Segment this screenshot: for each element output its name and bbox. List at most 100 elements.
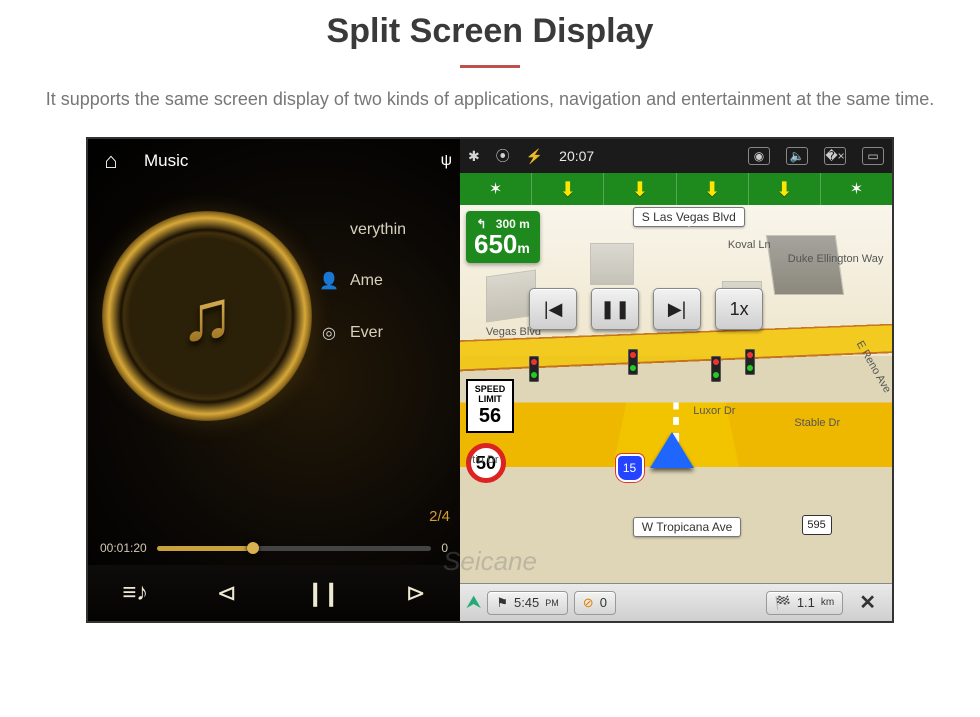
album-row: ◎ Ever	[318, 323, 452, 343]
music-body: ♫ . verythin 👤 Ame ◎ Ever 2/4 00:01:20	[88, 183, 460, 621]
warn-chip[interactable]: ⊘ 0	[574, 591, 616, 615]
street-label: Stable Dr	[794, 417, 840, 429]
lane-4: ⬇	[677, 173, 749, 205]
prev-icon: ⊲	[217, 580, 237, 607]
disc-icon: ◎	[318, 323, 340, 343]
dist-unit: km	[821, 597, 834, 608]
music-header: ⌂ Music ψ	[88, 139, 460, 183]
home-icon[interactable]: ⌂	[96, 148, 126, 174]
traffic-light-icon	[529, 356, 539, 382]
status-bar: ✱ ⦿ ⚡ 20:07 ◉ 🔈 �× ▭	[460, 139, 892, 173]
page-description: It supports the same screen display of t…	[0, 86, 980, 113]
page-title: Split Screen Display	[0, 12, 980, 51]
warn-value: 0	[600, 595, 607, 610]
route-shield: 595	[802, 515, 832, 535]
progress-track[interactable]	[157, 546, 432, 551]
street-label: Luxor Dr	[693, 405, 735, 417]
skip-back-icon: |◀	[544, 299, 563, 320]
usb-icon: ψ	[441, 152, 452, 170]
person-icon: 👤	[318, 271, 340, 291]
speed-limit-sign: SPEED LIMIT 56	[466, 379, 514, 433]
wifi-icon: ⚡	[526, 148, 543, 165]
album-art: ♫	[102, 211, 312, 421]
secondary-dist: 300	[496, 217, 516, 231]
time-elapsed: 00:01:20	[100, 541, 147, 555]
skip-fwd-icon: ▶|	[668, 299, 687, 320]
eta-chip[interactable]: ⚑ 5:45 PM	[487, 591, 567, 615]
location-icon: ⦿	[496, 146, 510, 166]
music-controls: ≡♪ ⊲ ❙❙ ⊳	[88, 565, 460, 621]
map-canvas[interactable]: ↰ 300 m 650m SPEED LIMIT 56 50 S Las Veg…	[460, 205, 892, 583]
track-counter: 2/4	[429, 508, 450, 525]
speed-limit-value: 56	[470, 405, 510, 427]
sim-playback-row: |◀ ❚❚ ▶| 1x	[529, 288, 763, 330]
nav-bottom-bar: ⮝ ⚑ 5:45 PM ⊘ 0 🏁 1.1 km ✕	[460, 583, 892, 621]
bluetooth-icon: ✱	[468, 148, 480, 165]
compass-icon[interactable]: ⮝	[466, 592, 481, 613]
turn-guidance: ↰ 300 m 650m	[466, 211, 540, 263]
traffic-light-icon	[711, 356, 721, 382]
street-label: Duke Ellington Way	[788, 253, 884, 265]
secondary-unit: m	[519, 217, 530, 231]
speed-limit-label: SPEED LIMIT	[475, 384, 506, 404]
progress-bar[interactable]: 00:01:20 0	[100, 541, 448, 555]
navigation-panel: ✱ ⦿ ⚡ 20:07 ◉ 🔈 �× ▭ ✶ ⬇ ⬇ ⬇ ⬇ ✶	[460, 139, 892, 621]
artist-name: Ame	[350, 272, 383, 290]
music-note-icon: ♫	[180, 275, 234, 357]
traffic-light-icon	[628, 349, 638, 375]
dist-value: 1.1	[797, 595, 815, 610]
street-label: S Las Vegas Blvd	[633, 207, 745, 227]
split-screen-icon[interactable]: ▭	[862, 147, 884, 165]
distance-chip[interactable]: 🏁 1.1 km	[766, 591, 844, 615]
primary-unit: m	[517, 240, 529, 256]
sim-pause-button[interactable]: ❚❚	[591, 288, 639, 330]
traffic-light-icon	[745, 349, 755, 375]
lane-3: ⬇	[604, 173, 676, 205]
eta-suffix: PM	[545, 598, 559, 608]
pause-icon: ❚❚	[600, 299, 630, 320]
primary-dist: 650	[474, 229, 517, 259]
street-label: W Tropicana Ave	[633, 517, 742, 537]
status-time: 20:07	[559, 148, 594, 164]
track-title: verythin	[350, 221, 406, 239]
next-track-button[interactable]: ⊳	[406, 579, 426, 608]
prev-track-button[interactable]: ⊲	[217, 579, 237, 608]
track-metadata: . verythin 👤 Ame ◎ Ever	[312, 191, 452, 621]
lane-guidance-bar: ✶ ⬇ ⬇ ⬇ ⬇ ✶	[460, 173, 892, 205]
pause-icon: ❙❙	[305, 580, 337, 607]
head-unit-screen: ⌂ Music ψ ♫ . verythin 👤 Ame ◎ Ever	[86, 137, 894, 623]
lane-6: ✶	[821, 173, 892, 205]
pause-button[interactable]: ❙❙	[305, 579, 337, 608]
volume-icon[interactable]: 🔈	[786, 147, 808, 165]
lane-2: ⬇	[532, 173, 604, 205]
building-icon	[590, 243, 634, 285]
music-header-label: Music	[144, 151, 188, 171]
flag-icon: ⚑	[496, 595, 508, 611]
album-name: Ever	[350, 324, 383, 342]
close-window-icon[interactable]: �×	[824, 147, 846, 165]
street-label: Koval Ln	[728, 239, 771, 251]
interstate-shield: 15	[616, 454, 644, 482]
playlist-icon: ≡♪	[122, 579, 148, 606]
sim-next-button[interactable]: ▶|	[653, 288, 701, 330]
music-panel: ⌂ Music ψ ♫ . verythin 👤 Ame ◎ Ever	[88, 139, 460, 621]
sim-prev-button[interactable]: |◀	[529, 288, 577, 330]
lane-5: ⬇	[749, 173, 821, 205]
playlist-button[interactable]: ≡♪	[122, 579, 148, 607]
eta-time: 5:45	[514, 595, 539, 610]
next-icon: ⊳	[406, 580, 426, 607]
street-label: rtin Dr	[469, 454, 499, 466]
artist-row: 👤 Ame	[318, 271, 452, 291]
dest-flag-icon: 🏁	[775, 595, 791, 611]
speed-label: 1x	[730, 299, 749, 320]
title-underline	[460, 65, 520, 68]
camera-icon[interactable]: ◉	[748, 147, 770, 165]
warning-icon: ⊘	[583, 595, 594, 611]
close-icon: ✕	[859, 592, 876, 614]
close-button[interactable]: ✕	[849, 590, 886, 615]
track-title-row: . verythin	[318, 221, 452, 239]
time-total: 0	[441, 541, 448, 555]
sim-speed-button[interactable]: 1x	[715, 288, 763, 330]
vehicle-arrow-icon	[650, 432, 694, 468]
lane-1: ✶	[460, 173, 532, 205]
